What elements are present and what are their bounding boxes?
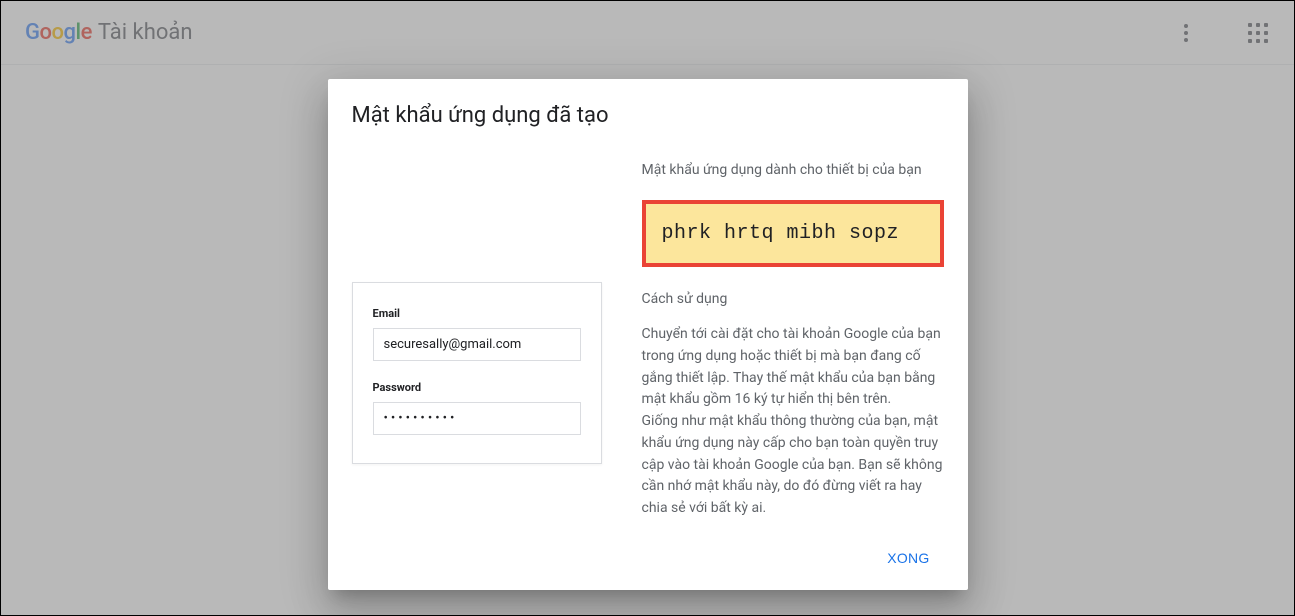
dialog-body: Email Password •••••••••• Mật khẩu ứng d…	[352, 160, 944, 520]
password-label: Password	[373, 381, 581, 394]
dialog-actions: XONG	[352, 540, 944, 576]
email-field-group: Email	[373, 307, 581, 361]
how-to-use-heading: Cách sử dụng	[642, 289, 944, 311]
app-password-value[interactable]: phrk hrtq mibh sopz	[662, 222, 900, 245]
dialog-right-column: Mật khẩu ứng dụng dành cho thiết bị của …	[642, 160, 944, 520]
dialog-left-column: Email Password ••••••••••	[352, 160, 602, 520]
instructions-paragraph-1: Chuyển tới cài đặt cho tài khoản Google …	[642, 324, 944, 411]
app-password-dialog: Mật khẩu ứng dụng đã tạo Email Password …	[328, 79, 968, 590]
device-password-heading: Mật khẩu ứng dụng dành cho thiết bị của …	[642, 160, 944, 182]
app-password-box: phrk hrtq mibh sopz	[642, 200, 944, 267]
modal-overlay: Mật khẩu ứng dụng đã tạo Email Password …	[1, 1, 1294, 615]
email-label: Email	[373, 307, 581, 320]
device-login-card: Email Password ••••••••••	[352, 282, 602, 464]
dialog-title: Mật khẩu ứng dụng đã tạo	[352, 103, 944, 128]
instructions-paragraph-2: Giống như mật khẩu thông thường của bạn,…	[642, 411, 944, 519]
password-field-display: ••••••••••	[373, 402, 581, 435]
done-button[interactable]: XONG	[873, 540, 943, 576]
email-field[interactable]	[373, 328, 581, 361]
password-field-group: Password ••••••••••	[373, 381, 581, 435]
